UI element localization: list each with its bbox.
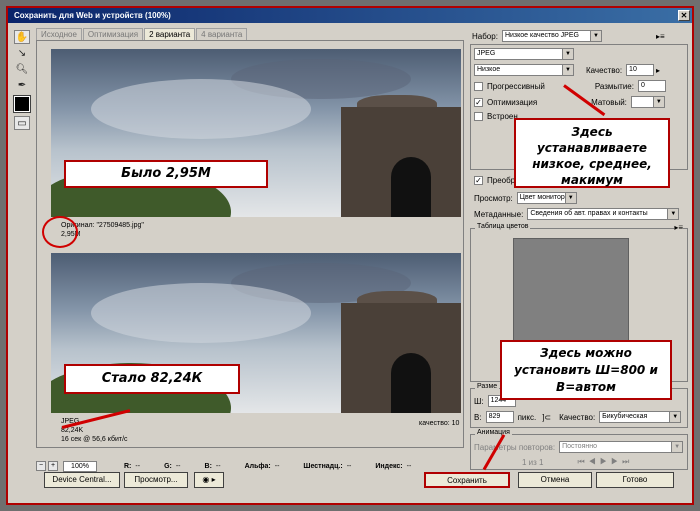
resample-select[interactable]: Бикубическая: [599, 411, 682, 423]
quality-input[interactable]: 10: [626, 64, 655, 76]
save-for-web-dialog: Сохранить для Web и устройств (100%) ✕ ✋…: [6, 6, 694, 505]
convert-row: ✓ Преобра: [474, 176, 520, 185]
callout-after: Стало 82,24К: [64, 364, 240, 394]
alpha-readout: Альфа: --: [244, 462, 280, 470]
preview-tabs: Исходное Оптимизация 2 варианта 4 вариан…: [36, 28, 248, 40]
browser-icon: ◉ ▸: [202, 475, 216, 484]
view-label: Просмотр:: [474, 193, 513, 203]
quality-label: Качество:: [586, 65, 623, 75]
index-readout: Индекс: --: [375, 462, 412, 470]
progressive-checkbox[interactable]: [474, 81, 483, 91]
tab-optimized[interactable]: Оптимизация: [82, 28, 144, 40]
repeat-select[interactable]: Постоянно: [559, 441, 684, 453]
format-select[interactable]: JPEG: [474, 48, 574, 60]
optimized-checkbox[interactable]: ✓: [474, 97, 483, 107]
quality-slider-icon[interactable]: ▸: [656, 66, 660, 75]
status-bar: − + 100% R: -- G: -- B: -- Альфа: -- Шестнад…: [36, 460, 464, 472]
tab-4-up[interactable]: 4 варианта: [196, 28, 248, 40]
title-bar: Сохранить для Web и устройств (100%) ✕: [8, 8, 692, 23]
window-title: Сохранить для Web и устройств (100%): [14, 11, 171, 20]
toggle-slices-icon[interactable]: ▭: [14, 116, 30, 130]
eyedropper-icon[interactable]: ✒: [14, 78, 30, 92]
save-button[interactable]: Сохранить: [424, 472, 510, 488]
eyedropper-color-swatch[interactable]: [13, 95, 31, 113]
quality-preset-select[interactable]: Низкое: [474, 64, 574, 76]
slice-select-icon[interactable]: ↘: [14, 46, 30, 60]
preset-row: Набор: Низкое качество JPEG ▸≡: [472, 30, 665, 42]
tab-original[interactable]: Исходное: [36, 28, 82, 40]
convert-srgb-checkbox[interactable]: ✓: [474, 176, 483, 185]
constrain-link-icon[interactable]: ]⊂: [542, 413, 551, 422]
size-highlight-circle: [42, 216, 78, 248]
optimized-size: 82,24K: [61, 427, 84, 434]
color-table-menu-icon[interactable]: ▸≡: [674, 223, 683, 232]
device-central-button[interactable]: Device Central...: [44, 472, 120, 488]
optimized-download-time: 16 сек @ 56,6 кбит/с: [61, 436, 128, 443]
hex-readout: Шестнадц.: --: [303, 462, 352, 470]
matte-label: Матовый:: [591, 97, 627, 107]
metadata-row: Метаданные: Сведения об авт. правах и ко…: [474, 208, 680, 220]
metadata-label: Метаданные:: [474, 209, 524, 219]
resample-label: Качество:: [559, 412, 596, 422]
repeat-row: Параметры повторов: Постоянно: [474, 441, 684, 453]
matte-select[interactable]: [630, 96, 665, 108]
zoom-level[interactable]: 100%: [63, 460, 97, 472]
tab-2-up[interactable]: 2 варианта: [144, 28, 196, 40]
blur-label: Размытие:: [594, 81, 634, 91]
frame-counter: 1 из 1: [522, 457, 544, 467]
view-row: Просмотр: Цвет монитора: [474, 192, 577, 204]
callout-quality-note: Здесь устанавливаете низкое, среднее, ма…: [514, 118, 670, 188]
original-preview-image[interactable]: [51, 49, 461, 217]
close-icon[interactable]: ✕: [678, 10, 690, 21]
b-readout: B: --: [204, 462, 221, 470]
image-size-title: Разме: [475, 383, 500, 390]
progressive-label: Прогрессивный: [487, 81, 545, 91]
height-label: В:: [474, 412, 482, 422]
optimized-info: JPEG 82,24K 16 сек @ 56,6 кбит/с: [61, 417, 128, 444]
blur-input[interactable]: 0: [637, 80, 666, 92]
hand-tool-icon[interactable]: ✋: [14, 30, 30, 44]
callout-size-note: Здесь можно установить Ш=800 и В=автом: [500, 340, 672, 400]
embed-row: Встроен: [474, 112, 518, 121]
g-readout: G: --: [164, 462, 181, 470]
animation-title: Анимация: [475, 429, 512, 436]
height-row: В: 829 пикс. ]⊂ Качество: Бикубическая: [474, 411, 682, 423]
browser-select-button[interactable]: ◉ ▸: [194, 472, 224, 488]
metadata-select[interactable]: Сведения об авт. правах и контакты: [527, 208, 680, 220]
repeat-label: Параметры повторов:: [474, 442, 556, 452]
callout-before: Было 2,95М: [64, 160, 268, 188]
quality-preset-row: Низкое Качество: 10 ▸: [474, 64, 660, 76]
color-table-title: Таблица цветов: [475, 223, 531, 230]
optimized-row: ✓ Оптимизация Матовый:: [474, 96, 665, 108]
format-row: JPEG: [474, 48, 574, 60]
toolbox: ✋ ↘ 🔍︎ ✒ ▭: [12, 28, 32, 132]
frame-row: 1 из 1 ⏮◀▶▶⏭: [522, 457, 633, 467]
preview-button[interactable]: Просмотр...: [124, 472, 188, 488]
height-unit: пикс.: [517, 412, 537, 422]
done-button[interactable]: Готово: [596, 472, 674, 488]
zoom-out-button[interactable]: −: [36, 461, 46, 471]
height-input[interactable]: 829: [485, 411, 514, 423]
embed-profile-checkbox[interactable]: [474, 112, 483, 121]
cancel-button[interactable]: Отмена: [518, 472, 592, 488]
panel-menu-icon[interactable]: ▸≡: [656, 32, 665, 41]
r-readout: R: --: [124, 462, 141, 470]
zoom-in-button[interactable]: +: [48, 461, 58, 471]
optimized-quality: качество: 10: [419, 420, 460, 427]
width-label: Ш:: [474, 396, 484, 406]
preset-label: Набор:: [472, 31, 498, 41]
optimized-label: Оптимизация: [487, 97, 538, 107]
zoom-tool-icon[interactable]: 🔍︎: [14, 62, 30, 76]
view-select[interactable]: Цвет монитора: [516, 192, 577, 204]
preset-select[interactable]: Низкое качество JPEG: [501, 30, 602, 42]
frame-controls-icon[interactable]: ⏮◀▶▶⏭: [577, 457, 633, 467]
